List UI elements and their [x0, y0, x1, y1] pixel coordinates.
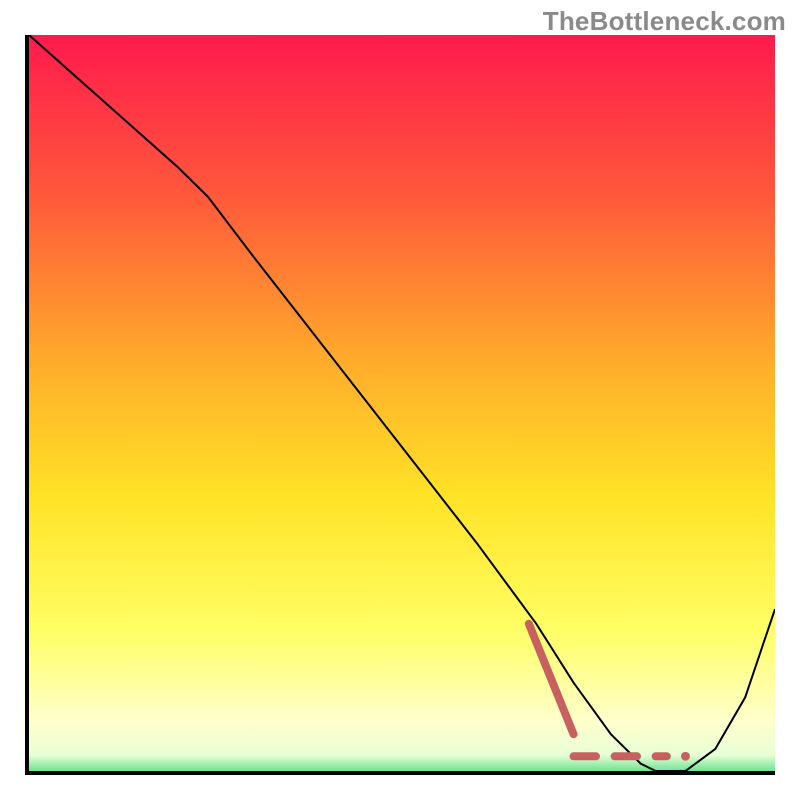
plot-area	[25, 35, 775, 775]
watermark-text: TheBottleneck.com	[543, 6, 786, 37]
bottleneck-curve	[29, 35, 775, 771]
optimal-zone-segment	[529, 624, 574, 734]
curve-layer	[29, 35, 775, 771]
chart-root: { "watermark": "TheBottleneck.com", "cha…	[0, 0, 800, 800]
optimal-zone-dot	[681, 752, 690, 761]
